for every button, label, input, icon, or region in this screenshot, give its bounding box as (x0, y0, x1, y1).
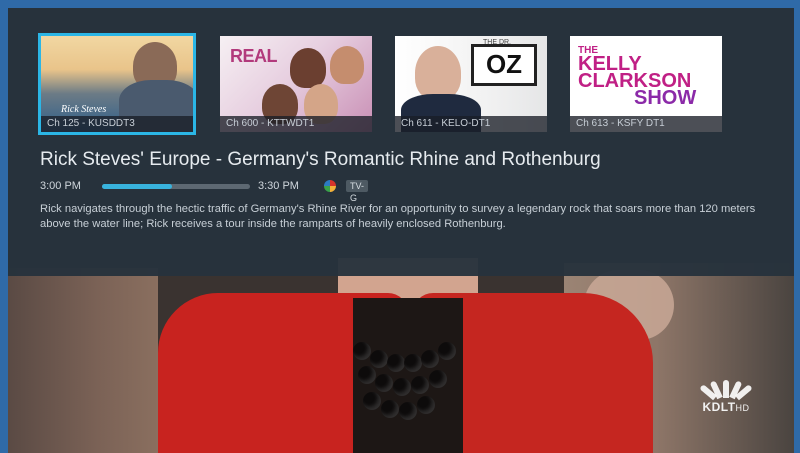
channel-label: Ch 613 - KSFY DT1 (570, 116, 722, 132)
end-time: 3:30 PM (258, 180, 299, 192)
channel-tile-1[interactable]: Rick Steves Ch 125 - KUSDDT3 (38, 33, 196, 135)
progress-bar (102, 184, 250, 189)
program-description: Rick navigates through the hectic traffi… (40, 203, 756, 230)
host-2 (330, 46, 364, 84)
program-title: Rick Steves' Europe - Germany's Romantic… (40, 149, 601, 170)
oz-head (415, 46, 461, 100)
station-name: KDLTHD (696, 400, 756, 414)
channel-tile-3[interactable]: THE DR. OZ Ch 611 - KELO-DT1 (395, 36, 547, 132)
channel-tile-4[interactable]: THE KELLY CLARKSON SHOW Ch 613 - KSFY DT… (570, 36, 722, 132)
necklace (353, 338, 458, 428)
oz-logo: OZ (471, 44, 537, 86)
kelly-clarkson-logo: THE KELLY CLARKSON SHOW (578, 46, 697, 109)
channel-tile-2[interactable]: REAL Ch 600 - KTTWDT1 (220, 36, 372, 132)
progress-fill (102, 184, 172, 189)
network-icon (324, 180, 336, 192)
program-info-overlay: Rick Steves Ch 125 - KUSDDT3 REAL Ch 600… (8, 8, 794, 276)
real-logo: REAL (230, 46, 278, 66)
start-time: 3:00 PM (40, 180, 81, 192)
signature-text: Rick Steves (61, 104, 107, 115)
peacock-icon (699, 378, 753, 401)
channel-label: Ch 125 - KUSDDT3 (41, 116, 193, 132)
tv-screen: Rick Steves Ch 125 - KUSDDT3 REAL Ch 600… (8, 8, 794, 453)
host-1 (290, 48, 326, 88)
bg-left-figure (8, 268, 158, 453)
station-callsign: KDLT (702, 400, 736, 414)
rating-badge: TV-G (346, 180, 369, 203)
station-suffix: HD (735, 403, 750, 413)
station-bug: KDLTHD (696, 378, 756, 414)
kelly-line-3: SHOW (634, 87, 697, 109)
channel-label: Ch 600 - KTTWDT1 (220, 116, 372, 132)
channel-label: Ch 611 - KELO-DT1 (395, 116, 547, 132)
